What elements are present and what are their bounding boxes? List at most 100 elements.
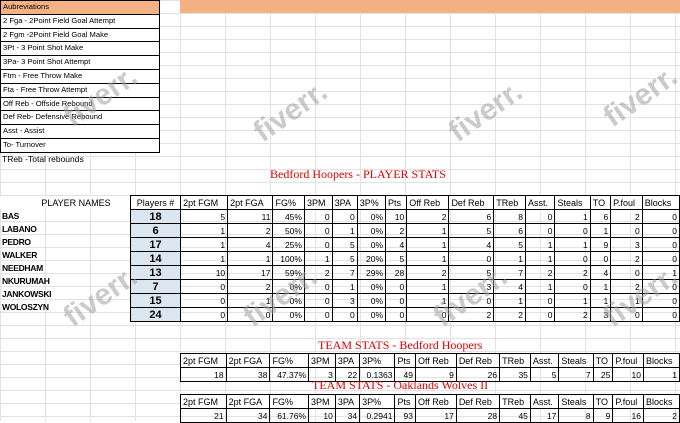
player-number-cell[interactable]: 24 [129,307,182,322]
stat-cell[interactable]: 0 [554,251,591,266]
team-stat-cell[interactable]: 7 [558,367,594,382]
stat-cell[interactable]: 5 [331,251,358,266]
stat-cell[interactable]: 0 [448,293,495,308]
stat-cell[interactable]: 0 [610,307,643,322]
stat-cell[interactable]: 1 [180,237,229,252]
column-header[interactable]: TReb [499,353,531,368]
column-header[interactable]: Off Reb [406,195,450,210]
column-header[interactable]: 3PA [334,394,361,409]
stat-cell[interactable]: 1 [303,251,333,266]
abbreviation-item[interactable]: Def Reb- Defensive Rebound [0,111,160,126]
stat-cell[interactable]: 1 [524,279,556,294]
column-header[interactable]: FG% [272,195,305,210]
stat-cell[interactable]: 1 [406,251,450,266]
stat-cell[interactable]: 5 [448,265,495,280]
team-stat-cell[interactable]: 0.2941 [359,408,396,423]
column-header[interactable]: TReb [499,394,531,409]
stat-cell[interactable]: 50% [272,223,305,238]
stat-cell[interactable]: 25% [272,237,305,252]
team-stat-cell[interactable]: 17 [414,408,457,423]
column-header[interactable]: Def Reb [448,195,495,210]
column-header[interactable]: 3P% [359,394,396,409]
stat-cell[interactable]: 0 [303,223,333,238]
team-stat-cell[interactable]: 10 [308,408,336,423]
column-header[interactable]: Pts [394,394,416,409]
stat-cell[interactable]: 0% [356,293,387,308]
stat-cell[interactable]: 2 [385,223,408,238]
stat-cell[interactable]: 4 [493,279,526,294]
column-header[interactable]: Asst. [529,394,560,409]
player-name-cell[interactable]: NKURUMAH [0,274,130,287]
stat-cell[interactable]: 5 [180,209,229,224]
stat-cell[interactable]: 1 [227,251,274,266]
column-header[interactable]: P.foul [610,195,643,210]
abbreviation-item[interactable]: 2 Fgm -2Point Field Goal Make [0,28,160,43]
stat-cell[interactable]: 0% [272,307,305,322]
stat-cell[interactable]: 1 [524,237,556,252]
stat-cell[interactable]: 2 [406,265,450,280]
stat-cell[interactable]: 3 [589,307,612,322]
column-header[interactable]: 3PA [331,195,358,210]
column-header[interactable]: TO [589,195,612,210]
stat-cell[interactable]: 28 [385,265,408,280]
stat-cell[interactable]: 1 [554,237,591,252]
stat-cell[interactable]: 5 [385,251,408,266]
player-stats-title[interactable]: Bedford Hoopers - PLAYER STATS [270,167,446,182]
stat-cell[interactable]: 3 [331,293,358,308]
stat-cell[interactable]: 1 [493,251,526,266]
stat-cell[interactable]: 0 [610,265,643,280]
player-names-header[interactable]: PLAYER NAMES [0,196,130,209]
stat-cell[interactable]: 0 [385,307,408,322]
stat-cell[interactable]: 4 [589,265,612,280]
stat-cell[interactable]: 0 [641,209,680,224]
stat-cell[interactable]: 0 [180,307,229,322]
stat-cell[interactable]: 9 [589,237,612,252]
column-header[interactable]: Off Reb [414,394,457,409]
stat-cell[interactable]: 0 [641,237,680,252]
team-stat-cell[interactable]: 35 [499,367,531,382]
column-header[interactable]: 2pt FGM [180,394,227,409]
stat-cell[interactable]: 0 [524,209,556,224]
stat-cell[interactable]: 0% [356,223,387,238]
stat-cell[interactable]: 4 [385,237,408,252]
stat-cell[interactable]: 10 [180,265,229,280]
player-name-cell[interactable]: LABANO [0,222,130,235]
stat-cell[interactable]: 0 [385,279,408,294]
stat-cell[interactable]: 0 [641,307,680,322]
stat-cell[interactable]: 1 [406,293,450,308]
team-stat-cell[interactable]: 45 [499,408,531,423]
column-header[interactable]: 2pt FGA [225,353,271,368]
stat-cell[interactable]: 0 [180,279,229,294]
stat-cell[interactable]: 1 [554,209,591,224]
stat-cell[interactable]: 0 [524,307,556,322]
player-number-cell[interactable]: 14 [129,251,182,266]
team-stat-cell[interactable]: 8 [558,408,594,423]
player-number-cell[interactable]: 6 [129,223,182,238]
column-header[interactable]: 2pt FGA [227,195,274,210]
player-name-cell[interactable]: BAS [0,209,130,222]
column-header[interactable]: Steals [558,353,594,368]
stat-cell[interactable]: 1 [180,251,229,266]
stat-cell[interactable]: 1 [180,223,229,238]
column-header[interactable]: 2pt FGA [225,394,271,409]
player-name-cell[interactable]: WALKER [0,248,130,261]
stat-cell[interactable]: 1 [589,293,612,308]
column-header[interactable]: Def Reb [455,394,501,409]
stat-cell[interactable]: 0 [303,209,333,224]
column-header[interactable]: Steals [554,195,591,210]
stat-cell[interactable]: 20% [356,251,387,266]
stat-cell[interactable]: 1 [227,293,274,308]
abbreviations-header[interactable]: Aubreviations [0,0,160,15]
column-header[interactable]: 3P% [356,195,387,210]
team-stat-cell[interactable]: 61.76% [269,408,310,423]
stat-cell[interactable]: 6 [493,223,526,238]
column-header[interactable]: P.foul [612,353,644,368]
stat-cell[interactable]: 0 [448,251,495,266]
stat-cell[interactable]: 0 [524,223,556,238]
stat-cell[interactable]: 0% [356,307,387,322]
stat-cell[interactable]: 1 [406,223,450,238]
player-number-cell[interactable]: 7 [129,279,182,294]
stat-cell[interactable]: 0 [554,279,591,294]
team-stat-cell[interactable]: 21 [180,408,227,423]
stat-cell[interactable]: 1 [589,223,612,238]
